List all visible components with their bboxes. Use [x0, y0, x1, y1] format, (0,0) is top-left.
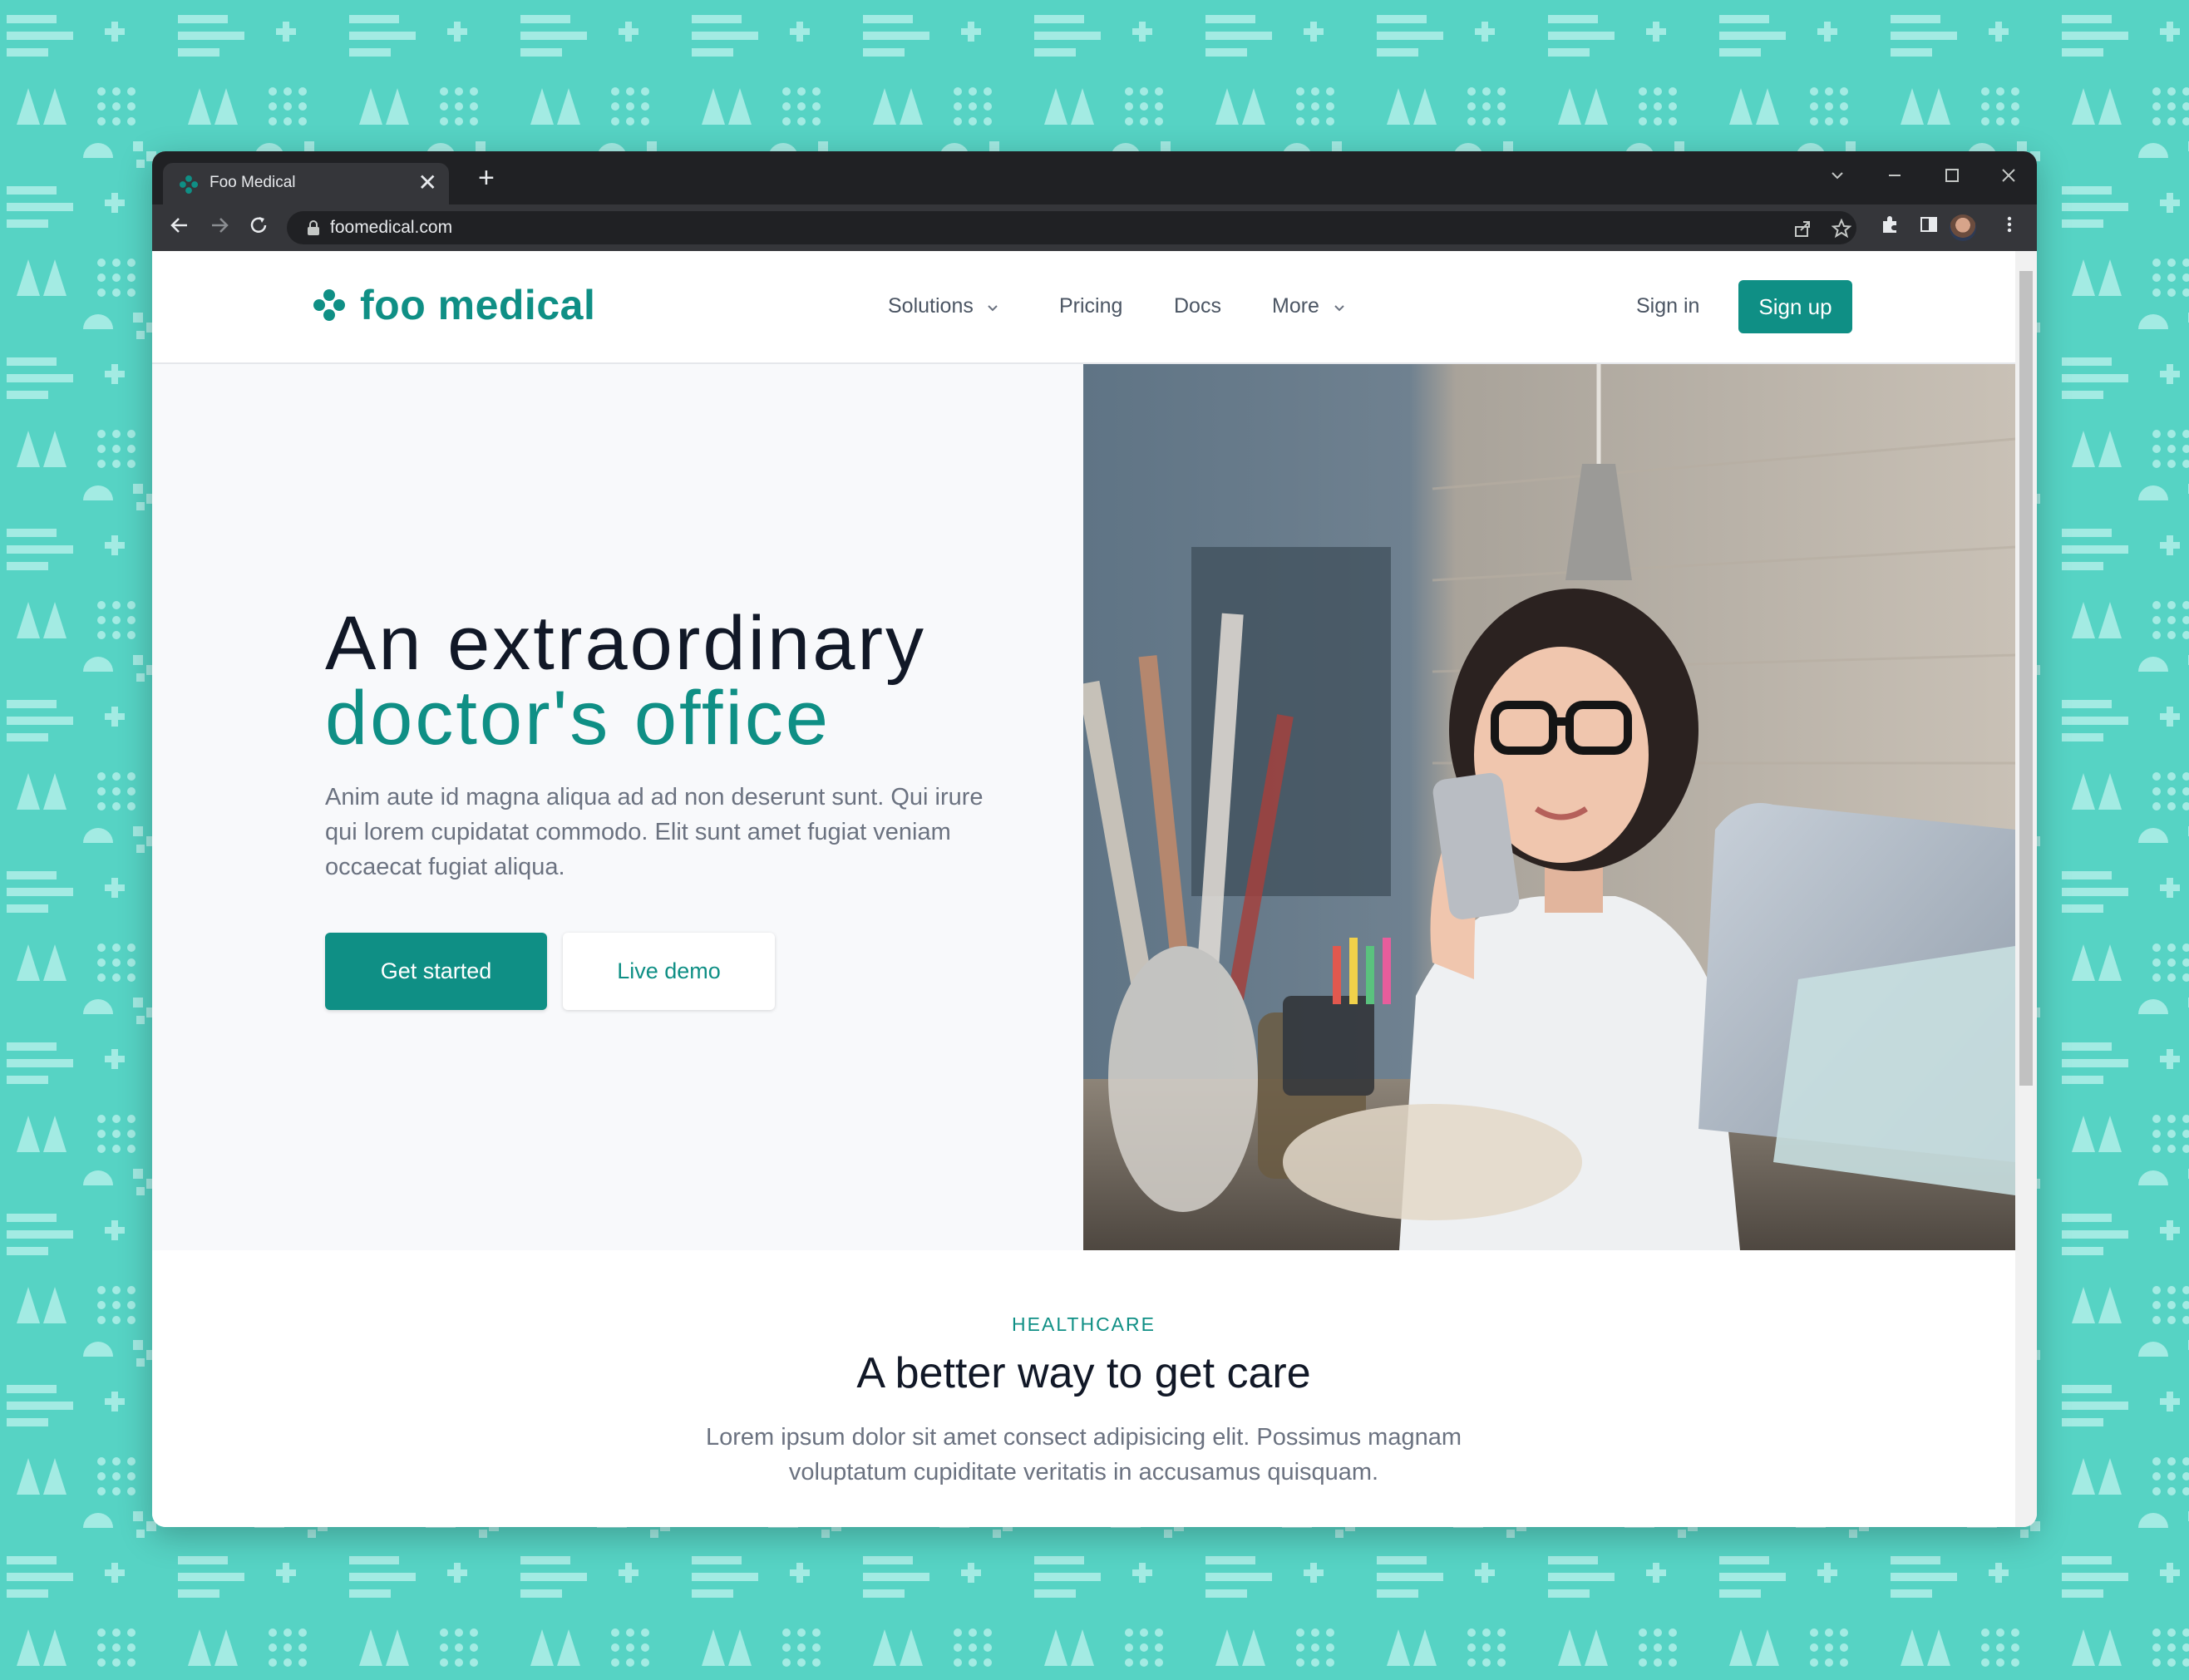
nav-docs[interactable]: Docs: [1174, 294, 1221, 318]
site-header: foo medical Solutions Pricing Docs More …: [152, 251, 2015, 364]
browser-window: Foo Medical ✕ + foomedical.com foo medic…: [152, 151, 2037, 1527]
scrollbar-thumb[interactable]: [2019, 271, 2033, 1086]
page-scrollbar[interactable]: [2015, 251, 2037, 1527]
forward-icon[interactable]: [209, 214, 230, 236]
close-window-icon[interactable]: [1999, 166, 2018, 185]
live-demo-button[interactable]: Live demo: [563, 933, 775, 1010]
lock-icon: [308, 220, 319, 235]
chevron-down-icon: [988, 305, 998, 312]
browser-tab[interactable]: Foo Medical ✕: [163, 163, 449, 204]
sign-in-link[interactable]: Sign in: [1636, 294, 1699, 318]
side-panel-icon[interactable]: [1919, 214, 1939, 234]
menu-icon[interactable]: [1999, 214, 2019, 234]
hero-title-line1: An extraordinary: [325, 601, 926, 686]
browser-toolbar: foomedical.com: [152, 204, 2037, 251]
back-icon[interactable]: [169, 214, 190, 236]
hero-photo: [1083, 364, 2015, 1250]
url-text: foomedical.com: [330, 218, 453, 237]
section-description: Lorem ipsum dolor sit amet consect adipi…: [705, 1424, 1462, 1485]
section-title: A better way to get care: [856, 1349, 1311, 1397]
nav-solutions[interactable]: Solutions: [888, 294, 974, 318]
minimize-icon[interactable]: [1886, 166, 1904, 185]
chevron-down-icon: [1334, 305, 1344, 312]
section-eyebrow: HEALTHCARE: [1012, 1313, 1156, 1335]
hero-section: An extraordinary doctor's office Anim au…: [152, 364, 1083, 1250]
foo-medical-logo-icon[interactable]: [313, 288, 346, 322]
profile-avatar[interactable]: [1950, 214, 1976, 241]
new-tab-icon[interactable]: +: [478, 163, 495, 193]
hero-description: Anim aute id magna aliqua ad ad non dese…: [325, 784, 984, 880]
tab-title: Foo Medical: [210, 174, 296, 191]
nav-more[interactable]: More: [1272, 294, 1319, 318]
tab-search-icon[interactable]: [1828, 166, 1846, 185]
tab-close-icon[interactable]: ✕: [418, 171, 437, 195]
address-bar[interactable]: foomedical.com: [287, 211, 1856, 244]
maximize-icon[interactable]: [1943, 166, 1961, 185]
extensions-icon[interactable]: [1880, 214, 1900, 234]
get-started-button[interactable]: Get started: [325, 933, 547, 1010]
star-icon[interactable]: [1832, 219, 1851, 239]
web-page: foo medical Solutions Pricing Docs More …: [152, 251, 2015, 1527]
reload-icon[interactable]: [248, 214, 269, 236]
logo-text[interactable]: foo medical: [360, 281, 595, 329]
foo-medical-favicon-icon: [179, 175, 199, 195]
sign-up-button[interactable]: Sign up: [1738, 280, 1852, 333]
nav-pricing[interactable]: Pricing: [1059, 294, 1122, 318]
hero-title-line2: doctor's office: [325, 676, 831, 761]
share-icon[interactable]: [1793, 219, 1812, 238]
tab-bar: Foo Medical ✕ +: [152, 151, 2037, 204]
